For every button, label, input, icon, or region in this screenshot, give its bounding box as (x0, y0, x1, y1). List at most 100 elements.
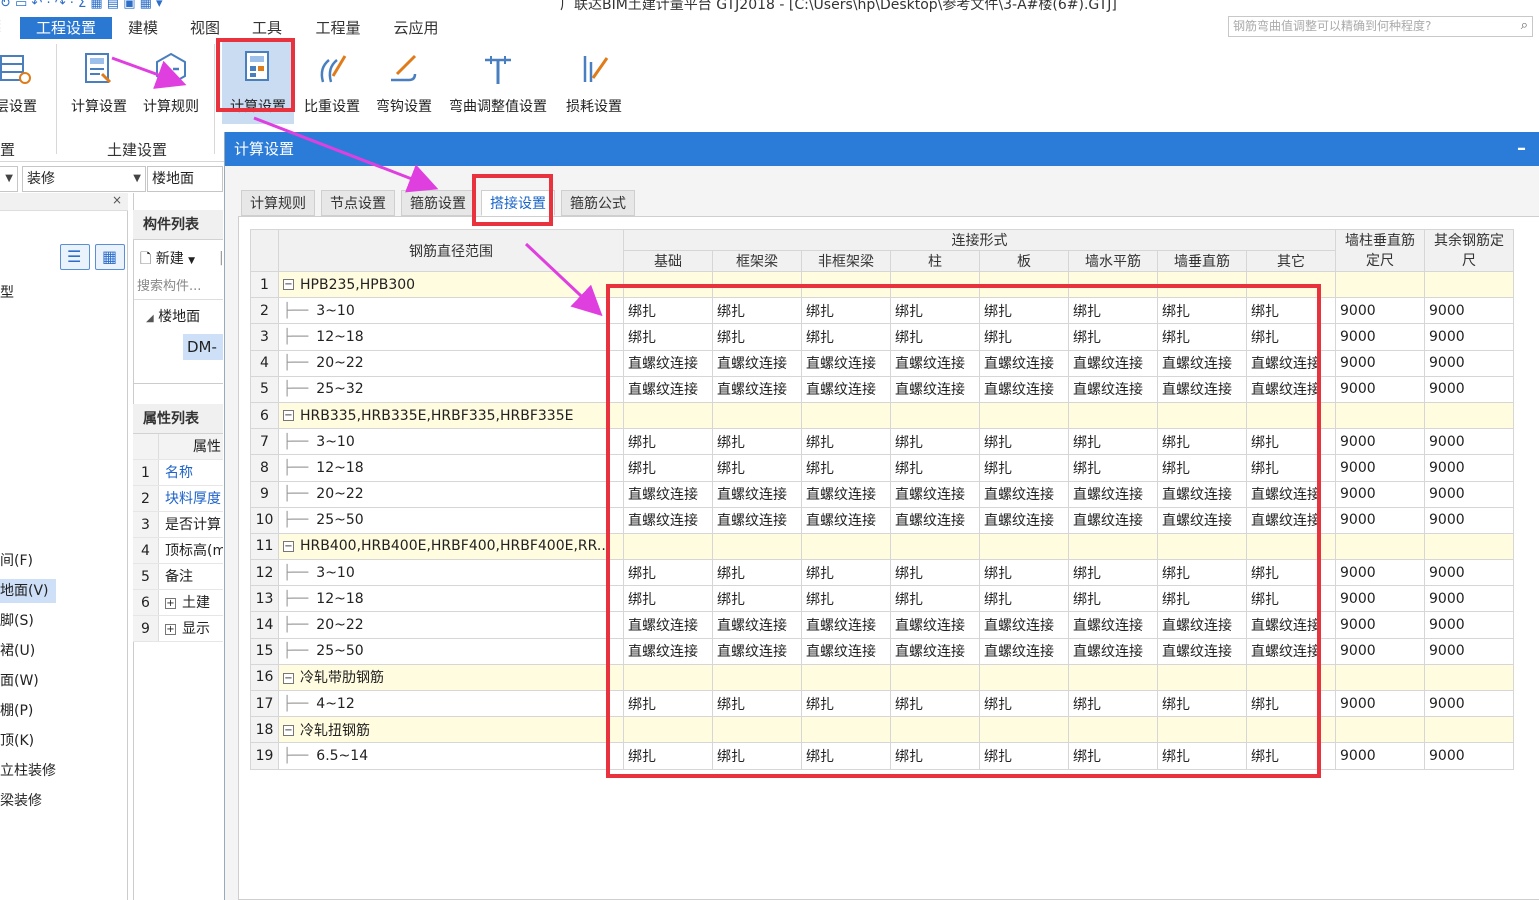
grid-group-row[interactable]: 11− HRB400,HRB400E,HRBF400,HRBF400E,RR... (250, 532, 1514, 561)
grid-conn-cell[interactable]: 绑扎 (1157, 742, 1247, 770)
property-row[interactable]: 5 备注 (133, 564, 223, 590)
property-row[interactable]: 6 + 土建 (133, 590, 223, 616)
grid-range-cell[interactable]: ├── 25~32 (278, 375, 624, 403)
grid-conn-cell[interactable] (890, 663, 980, 692)
grid-length-cell[interactable] (1335, 270, 1425, 299)
tab-calc-rules[interactable]: 计算规则 (241, 190, 315, 216)
grid-conn-cell[interactable]: 绑扎 (1246, 585, 1336, 613)
grid-length-cell[interactable]: 9000 (1424, 611, 1514, 639)
grid-conn-cell[interactable]: 绑扎 (623, 428, 713, 456)
grid-length-cell[interactable]: 9000 (1424, 323, 1514, 351)
grid-conn-cell[interactable]: 绑扎 (1068, 297, 1158, 325)
grid-conn-cell[interactable]: 绑扎 (1157, 559, 1247, 587)
grid-conn-cell[interactable]: 直螺纹连接 (1246, 480, 1336, 508)
grid-length-cell[interactable]: 9000 (1424, 742, 1514, 770)
nav-item-skirting[interactable]: 脚(S) (0, 609, 128, 633)
grid-conn-cell[interactable]: 绑扎 (890, 428, 980, 456)
grid-conn-cell[interactable]: 绑扎 (712, 323, 802, 351)
grid-conn-cell[interactable] (979, 663, 1069, 692)
list-view-button[interactable]: ☰ (60, 244, 90, 270)
grid-length-cell[interactable]: 9000 (1335, 559, 1425, 587)
grid-length-cell[interactable]: 9000 (1424, 297, 1514, 325)
grid-range-cell[interactable]: ├── 6.5~14 (278, 742, 624, 770)
grid-length-cell[interactable]: 9000 (1424, 349, 1514, 377)
grid-conn-cell[interactable]: 绑扎 (1068, 742, 1158, 770)
grid-group-row[interactable]: 16− 冷轧带肋钢筋 (250, 663, 1514, 692)
grid-length-cell[interactable]: 9000 (1335, 480, 1425, 508)
grid-conn-cell[interactable]: 绑扎 (712, 428, 802, 456)
grid-conn-cell[interactable]: 直螺纹连接 (890, 637, 980, 665)
grid-length-cell[interactable]: 9000 (1335, 428, 1425, 456)
bend-adjust-settings-button[interactable]: 弯曲调整值设置 (442, 44, 554, 124)
grid-conn-cell[interactable]: 直螺纹连接 (979, 611, 1069, 639)
grid-conn-cell[interactable]: 直螺纹连接 (1068, 375, 1158, 403)
grid-range-cell[interactable]: − HRB335,HRB335E,HRBF335,HRBF335E (278, 401, 624, 430)
grid-conn-cell[interactable]: 绑扎 (801, 689, 891, 718)
grid-conn-cell[interactable]: 直螺纹连接 (1246, 375, 1336, 403)
grid-range-cell[interactable]: ├── 3~10 (278, 559, 624, 587)
menu-tools[interactable]: 工具 (240, 17, 294, 39)
grid-range-cell[interactable]: ├── 4~12 (278, 689, 624, 718)
grid-conn-cell[interactable]: 直螺纹连接 (890, 611, 980, 639)
grid-conn-cell[interactable]: 绑扎 (1246, 454, 1336, 482)
grid-conn-cell[interactable]: 绑扎 (890, 297, 980, 325)
grid-conn-cell[interactable] (1246, 663, 1336, 692)
grid-conn-cell[interactable] (979, 532, 1069, 561)
collapse-icon[interactable]: − (283, 279, 294, 291)
grid-conn-cell[interactable]: 绑扎 (890, 559, 980, 587)
grid-length-cell[interactable]: 9000 (1424, 585, 1514, 613)
grid-conn-cell[interactable]: 直螺纹连接 (1068, 637, 1158, 665)
grid-conn-cell[interactable]: 直螺纹连接 (1246, 637, 1336, 665)
grid-conn-cell[interactable]: 绑扎 (801, 559, 891, 587)
grid-conn-cell[interactable]: 直螺纹连接 (890, 375, 980, 403)
grid-conn-cell[interactable]: 绑扎 (623, 742, 713, 770)
grid-length-cell[interactable]: 9000 (1424, 428, 1514, 456)
collapse-icon[interactable]: − (283, 672, 294, 684)
grid-conn-cell[interactable] (712, 270, 802, 299)
grid-conn-cell[interactable]: 直螺纹连接 (712, 611, 802, 639)
grid-row[interactable]: 5 ├── 25~32 直螺纹连接 直螺纹连接 直螺纹连接 直螺纹连接 直螺纹连接 直螺纹连接直… (250, 375, 1514, 403)
grid-conn-cell[interactable] (1246, 532, 1336, 561)
grid-conn-cell[interactable] (1068, 270, 1158, 299)
grid-range-cell[interactable]: ├── 25~50 (278, 506, 624, 534)
grid-conn-cell[interactable]: 绑扎 (1157, 297, 1247, 325)
grid-length-cell[interactable]: 9000 (1335, 637, 1425, 665)
grid-length-cell[interactable]: 9000 (1335, 689, 1425, 718)
grid-length-cell[interactable] (1424, 401, 1514, 430)
grid-conn-cell[interactable]: 直螺纹连接 (890, 480, 980, 508)
grid-conn-cell[interactable] (1068, 663, 1158, 692)
grid-conn-cell[interactable]: 绑扎 (712, 585, 802, 613)
grid-conn-cell[interactable] (979, 716, 1069, 744)
minimize-button[interactable]: – (1517, 132, 1526, 166)
collapse-icon[interactable]: − (283, 410, 294, 422)
grid-conn-cell[interactable]: 绑扎 (1246, 323, 1336, 351)
grid-conn-cell[interactable]: 直螺纹连接 (623, 611, 713, 639)
grid-conn-cell[interactable]: 直螺纹连接 (979, 480, 1069, 508)
grid-conn-cell[interactable]: 绑扎 (623, 585, 713, 613)
grid-conn-cell[interactable]: 直螺纹连接 (801, 637, 891, 665)
grid-row[interactable]: 8 ├── 12~18 绑扎 绑扎 绑扎 绑扎 绑扎 绑扎 绑扎 绑扎 9000 9000 (250, 454, 1514, 482)
hook-settings-button[interactable]: 弯钩设置 (370, 44, 438, 124)
grid-length-cell[interactable] (1335, 401, 1425, 430)
grid-range-cell[interactable]: ├── 20~22 (278, 480, 624, 508)
grid-conn-cell[interactable]: 绑扎 (979, 428, 1069, 456)
grid-conn-cell[interactable] (1246, 716, 1336, 744)
grid-range-cell[interactable]: ├── 20~22 (278, 611, 624, 639)
grid-length-cell[interactable] (1424, 663, 1514, 692)
grid-conn-cell[interactable]: 直螺纹连接 (623, 375, 713, 403)
grid-conn-cell[interactable]: 绑扎 (1068, 454, 1158, 482)
grid-conn-cell[interactable]: 直螺纹连接 (890, 506, 980, 534)
grid-conn-cell[interactable]: 绑扎 (801, 585, 891, 613)
tab-lap-settings[interactable]: 搭接设置 (481, 190, 555, 216)
grid-conn-cell[interactable] (1157, 401, 1247, 430)
grid-conn-cell[interactable]: 绑扎 (712, 297, 802, 325)
nav-item-column-finish[interactable]: 立柱装修 (0, 759, 128, 783)
grid-conn-cell[interactable]: 直螺纹连接 (1246, 611, 1336, 639)
grid-length-cell[interactable]: 9000 (1335, 323, 1425, 351)
grid-range-cell[interactable]: ├── 12~18 (278, 323, 624, 351)
floor-settings-button[interactable]: 层设置 (0, 44, 44, 124)
grid-conn-cell[interactable]: 绑扎 (1157, 689, 1247, 718)
grid-conn-cell[interactable]: 绑扎 (801, 428, 891, 456)
grid-conn-cell[interactable]: 直螺纹连接 (1157, 611, 1247, 639)
grid-conn-cell[interactable] (801, 401, 891, 430)
